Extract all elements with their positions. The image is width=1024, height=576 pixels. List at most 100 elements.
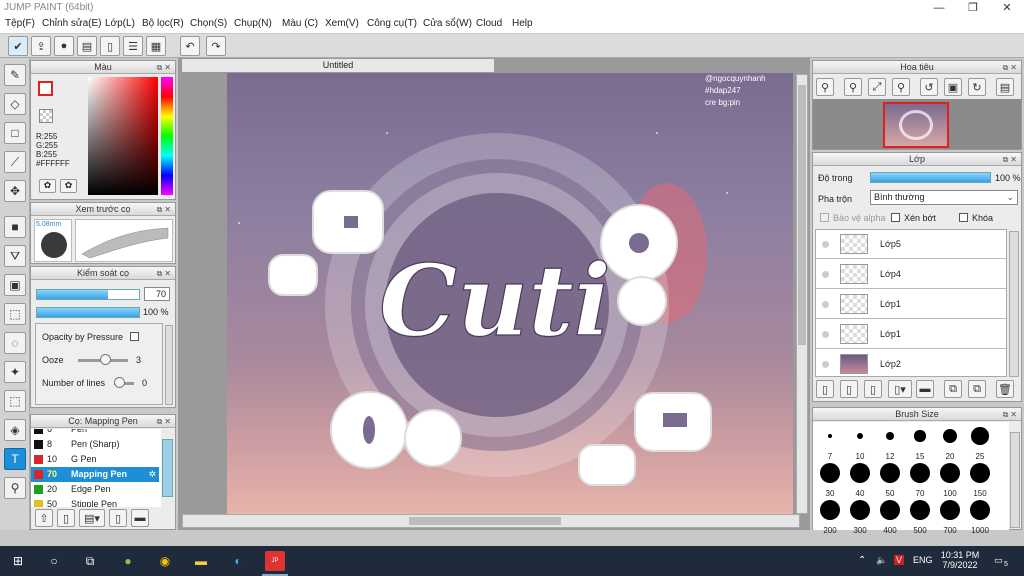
fill-rect-tool-icon[interactable]: ■ — [4, 216, 26, 238]
brush-cloud-icon[interactable]: ⇧ — [35, 509, 53, 527]
cloud-check-icon[interactable]: ✔ — [8, 36, 28, 56]
layer-row[interactable]: Lớp1 — [816, 320, 1006, 349]
restore-button[interactable]: ❐ — [956, 0, 990, 16]
clipping-checkbox[interactable] — [891, 213, 900, 222]
task-view-icon[interactable]: ⧉ — [80, 551, 100, 571]
volume-icon[interactable]: 🔈 — [876, 555, 887, 566]
navigator-lock-icon[interactable]: ▤ — [996, 78, 1014, 96]
dropper-tool-icon[interactable]: ⟋ — [4, 151, 26, 173]
lines-slider-handle[interactable] — [114, 377, 125, 388]
layer-row[interactable]: Lớp2 — [816, 350, 1006, 376]
gradient-tool-icon[interactable]: ▣ — [4, 274, 26, 296]
brush-list-scrollbar[interactable] — [162, 439, 173, 497]
brush-size-option[interactable]: 500 — [905, 498, 935, 535]
menu-filter[interactable]: Bộ lọc(R) — [142, 18, 184, 29]
vertical-scrollbar[interactable] — [796, 74, 808, 514]
menu-view[interactable]: Xem(V) — [325, 18, 359, 29]
page-icon[interactable]: ▯ — [100, 36, 120, 56]
clock[interactable]: 10:31 PM 7/9/2022 — [940, 550, 980, 570]
zoom-actual-icon[interactable]: ⚲ — [892, 78, 910, 96]
menu-layer[interactable]: Lớp(L) — [105, 18, 135, 29]
search-icon[interactable]: ○ — [44, 551, 64, 571]
bucket-tool-icon[interactable]: ⛛ — [4, 245, 26, 267]
visibility-icon[interactable] — [822, 271, 829, 278]
brush-size-option[interactable]: 12 — [875, 424, 905, 461]
layer-opacity-slider[interactable] — [870, 172, 991, 183]
grid-page-icon[interactable]: ▦ — [146, 36, 166, 56]
select-tool-icon[interactable]: ⬚ — [4, 303, 26, 325]
minimize-button[interactable]: — — [922, 0, 956, 16]
page-list-icon[interactable]: ☰ — [123, 36, 143, 56]
brush-folder-icon[interactable]: ▬ — [131, 509, 149, 527]
move-tool-icon[interactable]: ✥ — [4, 180, 26, 202]
visibility-icon[interactable] — [822, 331, 829, 338]
brush-settings-gear-icon[interactable]: ✲ — [148, 467, 156, 482]
merge-layer-icon[interactable]: ⧉ — [968, 380, 986, 398]
brush-page-icon[interactable]: ▯ — [109, 509, 127, 527]
lock-checkbox[interactable] — [959, 213, 968, 222]
foreground-color-swatch[interactable] — [38, 81, 53, 96]
brush-size-option[interactable]: 40 — [845, 461, 875, 498]
speech-bubble-icon[interactable]: ● — [54, 36, 74, 56]
eraser-tool-icon[interactable]: ◇ — [4, 93, 26, 115]
menu-tools[interactable]: Công cụ(T) — [367, 18, 417, 29]
brush-size-option[interactable]: 200 — [815, 498, 845, 535]
brush-size-option[interactable]: 25 — [965, 424, 995, 461]
edge-icon[interactable]: ◐ — [228, 551, 248, 571]
tray-chevron-icon[interactable]: ⌃ — [858, 555, 866, 566]
zoom-tool-icon[interactable]: ⚲ — [4, 477, 26, 499]
notification-icon[interactable]: ▭ — [994, 555, 1003, 566]
transparent-swatch[interactable] — [39, 109, 53, 123]
menu-file[interactable]: Tệp(F) — [5, 18, 35, 29]
select-eraser-tool-icon[interactable]: ◈ — [4, 419, 26, 441]
layer-list-scrollbar[interactable] — [1009, 231, 1019, 377]
navigator-thumbnail[interactable] — [883, 102, 949, 148]
brush-size-option[interactable]: 20 — [935, 424, 965, 461]
undo-icon[interactable]: ↶ — [180, 36, 200, 56]
redo-icon[interactable]: ↷ — [206, 36, 226, 56]
menu-help[interactable]: Help — [512, 18, 533, 29]
app-icon[interactable]: ● — [118, 551, 138, 571]
magic-wand-tool-icon[interactable]: ✦ — [4, 361, 26, 383]
palette-settings-icon[interactable]: ✿ — [60, 179, 77, 193]
menu-cloud[interactable]: Cloud — [476, 18, 502, 29]
comment-icon[interactable]: ▤ — [77, 36, 97, 56]
brush-size-option[interactable]: 150 — [965, 461, 995, 498]
new-layer-2-icon[interactable]: ▯ — [840, 380, 858, 398]
brush-size-option[interactable]: 1000 — [965, 498, 995, 535]
brush-tool-icon[interactable]: ✎ — [4, 64, 26, 86]
brush-item[interactable]: 8 Pen (Sharp) — [31, 437, 159, 452]
windows-start-icon[interactable]: ⊞ — [8, 551, 28, 571]
brush-size-option[interactable]: 300 — [845, 498, 875, 535]
layer-row[interactable]: Lớp4 — [816, 260, 1006, 289]
brush-size-option[interactable]: 100 — [935, 461, 965, 498]
opacity-pressure-checkbox[interactable] — [130, 332, 139, 341]
layer-row[interactable]: Lớp5 — [816, 230, 1006, 259]
protect-alpha-checkbox[interactable] — [820, 213, 829, 222]
brush-size-option[interactable]: 400 — [875, 498, 905, 535]
brush-opacity-slider[interactable] — [36, 307, 140, 318]
flip-icon[interactable]: ▣ — [944, 78, 962, 96]
layer-folder-icon[interactable]: ▬ — [916, 380, 934, 398]
brush-item[interactable]: 6 Pen — [31, 429, 159, 437]
text-tool-icon[interactable]: T — [4, 448, 26, 470]
brush-size-option[interactable]: 10 — [845, 424, 875, 461]
visibility-icon[interactable] — [822, 301, 829, 308]
brush-size-option[interactable]: 7 — [815, 424, 845, 461]
brush-size-option[interactable]: 70 — [905, 461, 935, 498]
ooze-slider-handle[interactable] — [100, 354, 111, 365]
select-rect-tool-icon[interactable]: □ — [4, 122, 26, 144]
language-indicator[interactable]: ENG — [913, 555, 933, 565]
menu-select[interactable]: Chọn(S) — [190, 18, 227, 29]
saturation-value-picker[interactable] — [88, 77, 158, 195]
brush-size-option[interactable]: 30 — [815, 461, 845, 498]
brush-control-scrollbar[interactable] — [165, 325, 173, 405]
rotate-right-icon[interactable]: ↻ — [968, 78, 986, 96]
brush-size-slider[interactable] — [36, 289, 140, 300]
brush-size-value[interactable]: 70 — [144, 287, 170, 301]
blend-mode-select[interactable]: Bình thường ⌄ — [870, 190, 1018, 205]
visibility-icon[interactable] — [822, 361, 829, 368]
menu-color[interactable]: Màu (C) — [282, 18, 318, 29]
vietkey-icon[interactable]: V — [894, 555, 905, 565]
duplicate-layer-icon[interactable]: ⧉ — [944, 380, 962, 398]
